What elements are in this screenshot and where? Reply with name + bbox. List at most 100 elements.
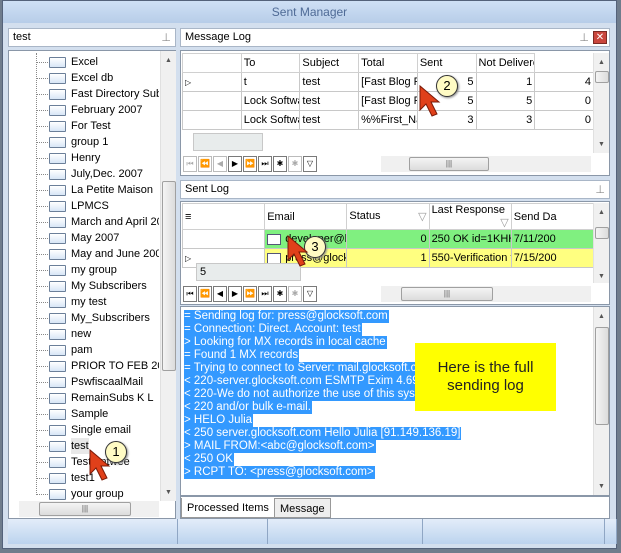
column-header[interactable]: Status ▽ — [346, 203, 430, 230]
scroll-thumb[interactable] — [595, 71, 609, 83]
table-row[interactable]: Lock Softwaretest[Fast Blog Finder] Blog… — [182, 91, 594, 111]
tree-hscrollbar[interactable]: ||| — [19, 501, 159, 517]
tree-item[interactable]: Excel — [36, 54, 159, 70]
nav-next-button[interactable]: ▶ — [228, 156, 242, 172]
tree-item[interactable]: May 2007 — [36, 230, 159, 246]
sent-log-header: Sent Log ⊥ — [180, 180, 610, 199]
filter-icon[interactable]: ▽ — [418, 210, 426, 223]
status-pane-2 — [178, 519, 268, 544]
table-cell: Lock Software — [240, 91, 301, 111]
nav-prev-page-button[interactable]: ⏪ — [198, 286, 212, 302]
tree-item[interactable]: pam — [36, 342, 159, 358]
column-header[interactable]: Subject — [299, 53, 360, 73]
nav-last-button[interactable]: ⏭ — [258, 286, 272, 302]
tree-item[interactable]: La Petite Maison — [36, 182, 159, 198]
tree-scroll-thumb[interactable] — [162, 181, 176, 371]
table-row[interactable]: developer@hot...0250 OK id=1KHHgL-00038H… — [181, 229, 595, 249]
column-header[interactable]: To — [240, 53, 301, 73]
log-line: < 220-We do not authorize the use of thi… — [184, 388, 436, 401]
tree-hscroll-thumb[interactable]: ||| — [39, 502, 131, 516]
tree-item[interactable]: May and June 200 — [36, 246, 159, 262]
tree-item[interactable]: Sample — [36, 406, 159, 422]
nav-last-button[interactable]: ⏭ — [258, 156, 272, 172]
status-pane-1 — [8, 519, 178, 544]
tree-item[interactable]: My_Subscribers — [36, 310, 159, 326]
nav-filter-button[interactable]: ▽ — [303, 286, 317, 302]
folder-icon — [49, 105, 66, 116]
nav-first-button[interactable]: ⏮ — [183, 286, 197, 302]
pin-icon[interactable]: ⊥ — [579, 30, 589, 47]
tree-item[interactable]: my test — [36, 294, 159, 310]
pin-icon[interactable]: ⊥ — [595, 182, 605, 199]
tree-item[interactable]: new — [36, 326, 159, 342]
table-cell: 4 — [534, 72, 594, 92]
tree-connector — [36, 190, 48, 191]
pin-icon[interactable]: ⊥ — [161, 30, 171, 47]
left-panel-title: test — [13, 31, 31, 43]
folder-icon — [49, 361, 66, 372]
filter-icon[interactable]: ▽ — [500, 216, 508, 229]
resize-grip-icon[interactable] — [605, 519, 617, 544]
tree-item[interactable]: group 1 — [36, 134, 159, 150]
sent-log-vscrollbar[interactable]: ▲ ▼ — [593, 203, 609, 283]
tree-vscrollbar[interactable]: ▲ ▼ — [160, 51, 176, 501]
tree-item[interactable]: RemainSubs K L — [36, 390, 159, 406]
tree-item[interactable]: February 2007 — [36, 102, 159, 118]
tree-item[interactable]: Henry — [36, 150, 159, 166]
table-cell: test — [299, 91, 360, 111]
tree-item[interactable]: your group — [36, 486, 159, 502]
scroll-thumb[interactable] — [595, 227, 609, 239]
column-header[interactable]: Sent — [416, 53, 477, 73]
column-header[interactable]: Not Delivered — [475, 53, 536, 73]
tree-item[interactable]: Single email — [36, 422, 159, 438]
nav-insert-button[interactable]: ✱ — [273, 286, 287, 302]
nav-first-button[interactable]: ⏮ — [183, 156, 197, 172]
tree-item[interactable]: Excel db — [36, 70, 159, 86]
column-header[interactable]: Email — [264, 203, 348, 230]
message-log-vscrollbar[interactable]: ▲ ▼ — [593, 53, 609, 153]
scroll-down-icon[interactable]: ▼ — [165, 489, 172, 496]
tree-item[interactable]: March and April 20 — [36, 214, 159, 230]
log-vscrollbar[interactable]: ▲ ▼ — [593, 307, 609, 495]
close-icon[interactable]: ✕ — [593, 31, 607, 44]
tree-connector — [36, 302, 48, 303]
tree-item[interactable]: July,Dec. 2007 — [36, 166, 159, 182]
table-cell: test — [299, 72, 360, 92]
row-indicator: ▷ — [182, 72, 242, 92]
scroll-up-icon[interactable]: ▲ — [165, 57, 172, 64]
nav-prev-page-button[interactable]: ⏪ — [198, 156, 212, 172]
table-row[interactable]: ▷ttest[Fast Blog Finder] Find ...514 — [182, 72, 594, 92]
column-header[interactable]: Total — [358, 53, 418, 73]
nav-insert-button[interactable]: ✱ — [273, 156, 287, 172]
tree-item[interactable]: PRIOR TO FEB 20 — [36, 358, 159, 374]
sent-log-hscrollbar[interactable]: ||| — [381, 286, 591, 302]
nav-delete-button[interactable]: ✱ — [288, 156, 302, 172]
column-header[interactable]: Send Da — [510, 203, 595, 230]
tree-item[interactable]: LPMCS — [36, 198, 159, 214]
hscroll-thumb[interactable]: ||| — [401, 287, 493, 301]
nav-filter-button[interactable]: ▽ — [303, 156, 317, 172]
nav-prev-button[interactable]: ◀ — [213, 286, 227, 302]
tree-connector — [36, 174, 48, 175]
column-chooser-icon[interactable]: ≡ — [181, 203, 266, 230]
tree-item[interactable]: My Subscribers — [36, 278, 159, 294]
response-cell: 550-Verification failed for <abc@glo... — [428, 248, 512, 268]
message-log-hscrollbar[interactable]: ||| — [381, 156, 591, 172]
tree-item-label: Fast Directory Sub — [71, 88, 159, 100]
tree-item[interactable]: my group — [36, 262, 159, 278]
nav-next-page-button[interactable]: ⏩ — [243, 286, 257, 302]
tree-item[interactable]: PswfiscaalMail — [36, 374, 159, 390]
scroll-thumb[interactable] — [595, 327, 609, 425]
tree-connector — [36, 62, 48, 63]
table-row[interactable]: Lock Softwaretest%%First_Name%%, dow... 3… — [182, 110, 594, 130]
nav-delete-button[interactable]: ✱ — [288, 286, 302, 302]
hscroll-thumb[interactable]: ||| — [409, 157, 489, 171]
tab-message[interactable]: Message — [274, 498, 331, 518]
tree-item[interactable]: For Test — [36, 118, 159, 134]
tree-item[interactable]: Fast Directory Sub — [36, 86, 159, 102]
column-header[interactable]: Last Response ▽ — [428, 203, 512, 230]
nav-next-page-button[interactable]: ⏩ — [243, 156, 257, 172]
tab-processed-items[interactable]: Processed Items — [181, 498, 275, 518]
nav-next-button[interactable]: ▶ — [228, 286, 242, 302]
nav-prev-button[interactable]: ◀ — [213, 156, 227, 172]
